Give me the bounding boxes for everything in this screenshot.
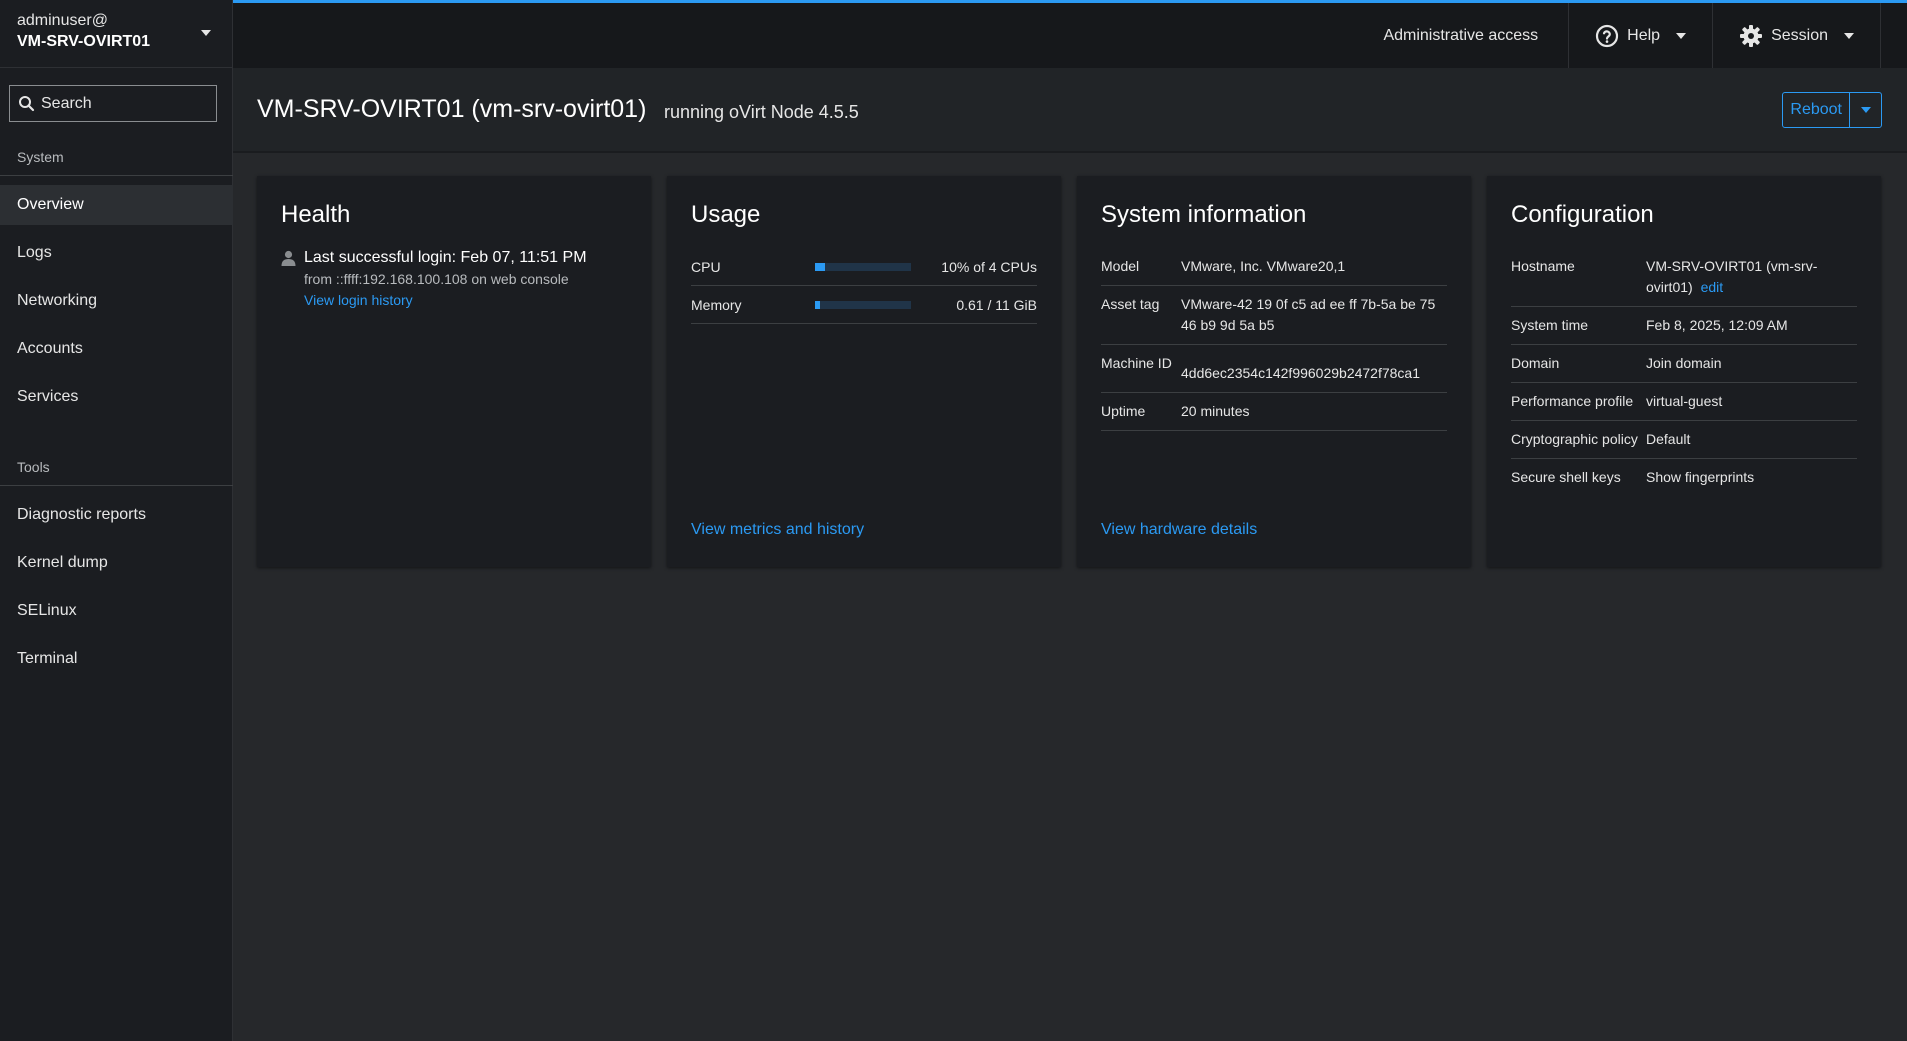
search-input[interactable]: [41, 94, 216, 113]
memory-usage-bar: [815, 300, 911, 309]
caret-down-icon: [201, 30, 211, 36]
info-row-model: Model VMware, Inc. VMware20,1: [1101, 248, 1447, 286]
usage-card-title: Usage: [691, 201, 761, 228]
reboot-options-toggle[interactable]: [1849, 93, 1881, 127]
administrative-access-label: Administrative access: [1383, 26, 1539, 44]
page-title: VM-SRV-OVIRT01 (vm-srv-ovirt01): [257, 95, 647, 123]
sidebar: adminuser@ VM-SRV-OVIRT01 System Overvie…: [0, 0, 233, 1041]
edit-hostname-link[interactable]: edit: [1701, 279, 1724, 295]
info-value: VMware, Inc. VMware20,1: [1181, 258, 1346, 274]
domain-label: Domain: [1511, 355, 1560, 371]
caret-down-icon: [1844, 32, 1854, 39]
memory-usage-fill: [815, 300, 821, 309]
cpu-usage-fill: [815, 262, 825, 271]
nav-section-system: System: [17, 149, 64, 165]
page-header: VM-SRV-OVIRT01 (vm-srv-ovirt01) running …: [233, 68, 1907, 153]
sidebar-item-overview[interactable]: Overview: [0, 185, 233, 225]
memory-usage-row: Memory 0.61 / 11 GiB: [691, 286, 1037, 324]
config-row-cryptographic-policy: Cryptographic policy Default: [1511, 421, 1857, 459]
info-label: Uptime: [1101, 403, 1146, 419]
sidebar-item-selinux[interactable]: SELinux: [0, 591, 233, 631]
help-icon: [1596, 24, 1619, 47]
ssh-keys-label: Secure shell keys: [1511, 469, 1621, 485]
view-login-history-link[interactable]: View login history: [304, 290, 587, 310]
info-row-uptime: Uptime 20 minutes: [1101, 393, 1447, 431]
cpu-usage-row: CPU 10% of 4 CPUs: [691, 248, 1037, 286]
cpu-label: CPU: [691, 258, 721, 275]
hostname-value-container: VM-SRV-OVIRT01 (vm-srv-ovirt01) edit: [1646, 256, 1857, 298]
sidebar-item-logs[interactable]: Logs: [0, 233, 233, 273]
gear-icon: [1740, 24, 1763, 47]
show-fingerprints-link[interactable]: Show fingerprints: [1646, 467, 1857, 488]
host-name: VM-SRV-OVIRT01: [17, 33, 151, 50]
memory-label: Memory: [691, 296, 742, 313]
sidebar-item-accounts[interactable]: Accounts: [0, 329, 233, 369]
info-label: Machine ID: [1101, 355, 1172, 371]
system-time-link[interactable]: Feb 8, 2025, 12:09 AM: [1646, 315, 1857, 336]
administrative-access-button[interactable]: Administrative access: [1357, 3, 1568, 68]
info-label: Asset tag: [1101, 296, 1160, 312]
system-time-label: System time: [1511, 317, 1589, 333]
system-information-card-title: System information: [1101, 201, 1307, 228]
info-label: Model: [1101, 258, 1140, 274]
search-icon: [19, 96, 35, 112]
session-label: Session: [1771, 26, 1828, 44]
nav-system-list: Overview Logs Networking Accounts Servic…: [0, 185, 233, 425]
host-user: adminuser@: [17, 12, 108, 29]
hostname-label: Hostname: [1511, 258, 1575, 274]
info-value: 4dd6ec2354c142f996029b2472f78ca1: [1181, 365, 1421, 381]
last-login-source: from ::ffff:192.168.100.108 on web conso…: [304, 271, 569, 287]
cpu-value: 10% of 4 CPUs: [941, 258, 1037, 275]
config-row-system-time: System time Feb 8, 2025, 12:09 AM: [1511, 307, 1857, 345]
config-row-ssh-keys: Secure shell keys Show fingerprints: [1511, 459, 1857, 496]
sidebar-item-services[interactable]: Services: [0, 377, 233, 417]
system-information-card: System information Model VMware, Inc. VM…: [1077, 176, 1471, 567]
nav-divider: [0, 485, 233, 486]
performance-profile-label: Performance profile: [1511, 393, 1634, 409]
topbar-end: [1880, 3, 1907, 68]
config-row-domain: Domain Join domain: [1511, 345, 1857, 383]
info-row-machine-id: Machine ID 4dd6ec2354c142f996029b2472f78…: [1101, 345, 1447, 393]
last-login-text: Last successful login: Feb 07, 11:51 PM: [304, 249, 587, 266]
search-box: [9, 85, 217, 122]
sidebar-item-kernel-dump[interactable]: Kernel dump: [0, 543, 233, 583]
performance-profile-link[interactable]: virtual-guest: [1646, 391, 1857, 412]
configuration-card-title: Configuration: [1511, 201, 1654, 228]
nav-tools-list: Diagnostic reports Kernel dump SELinux T…: [0, 495, 233, 687]
info-value: 20 minutes: [1181, 403, 1250, 419]
config-row-hostname: Hostname VM-SRV-OVIRT01 (vm-srv-ovirt01)…: [1511, 248, 1857, 307]
reboot-button[interactable]: Reboot: [1783, 93, 1849, 127]
help-label: Help: [1627, 26, 1661, 44]
cryptographic-policy-label: Cryptographic policy: [1511, 431, 1638, 447]
health-card: Health Last successful login: Feb 07, 11…: [257, 176, 651, 567]
last-login-entry: Last successful login: Feb 07, 11:51 PM …: [281, 248, 627, 310]
view-hardware-details-link[interactable]: View hardware details: [1101, 521, 1257, 539]
hostname-value: VM-SRV-OVIRT01 (vm-srv-ovirt01): [1646, 258, 1818, 295]
configuration-card: Configuration Hostname VM-SRV-OVIRT01 (v…: [1487, 176, 1881, 567]
sidebar-item-networking[interactable]: Networking: [0, 281, 233, 321]
caret-down-icon: [1676, 32, 1687, 39]
reboot-button-group: Reboot: [1782, 92, 1882, 128]
usage-card: Usage CPU 10% of 4 CPUs Memory 0.61 / 11…: [667, 176, 1061, 567]
config-row-performance-profile: Performance profile virtual-guest: [1511, 383, 1857, 421]
topbar: Administrative access Help Session: [233, 0, 1907, 68]
view-metrics-link[interactable]: View metrics and history: [691, 521, 864, 539]
memory-value: 0.61 / 11 GiB: [956, 296, 1037, 313]
nav-section-tools: Tools: [17, 459, 50, 475]
join-domain-button[interactable]: Join domain: [1646, 353, 1857, 374]
nav-divider: [0, 175, 233, 176]
host-switcher[interactable]: adminuser@ VM-SRV-OVIRT01: [0, 0, 232, 68]
session-menu-button[interactable]: Session: [1712, 3, 1880, 68]
info-value: VMware-42 19 0f c5 ad ee ff 7b-5a be 75 …: [1181, 296, 1436, 333]
sidebar-item-diagnostic-reports[interactable]: Diagnostic reports: [0, 495, 233, 535]
cryptographic-policy-link[interactable]: Default: [1646, 429, 1857, 450]
sidebar-item-terminal[interactable]: Terminal: [0, 639, 233, 679]
info-row-asset-tag: Asset tag VMware-42 19 0f c5 ad ee ff 7b…: [1101, 286, 1447, 345]
page-subtitle: running oVirt Node 4.5.5: [664, 102, 859, 122]
health-card-title: Health: [281, 201, 351, 228]
user-icon: [281, 250, 296, 266]
cpu-usage-bar: [815, 262, 911, 271]
help-menu-button[interactable]: Help: [1568, 3, 1712, 68]
caret-down-icon: [1860, 107, 1871, 113]
